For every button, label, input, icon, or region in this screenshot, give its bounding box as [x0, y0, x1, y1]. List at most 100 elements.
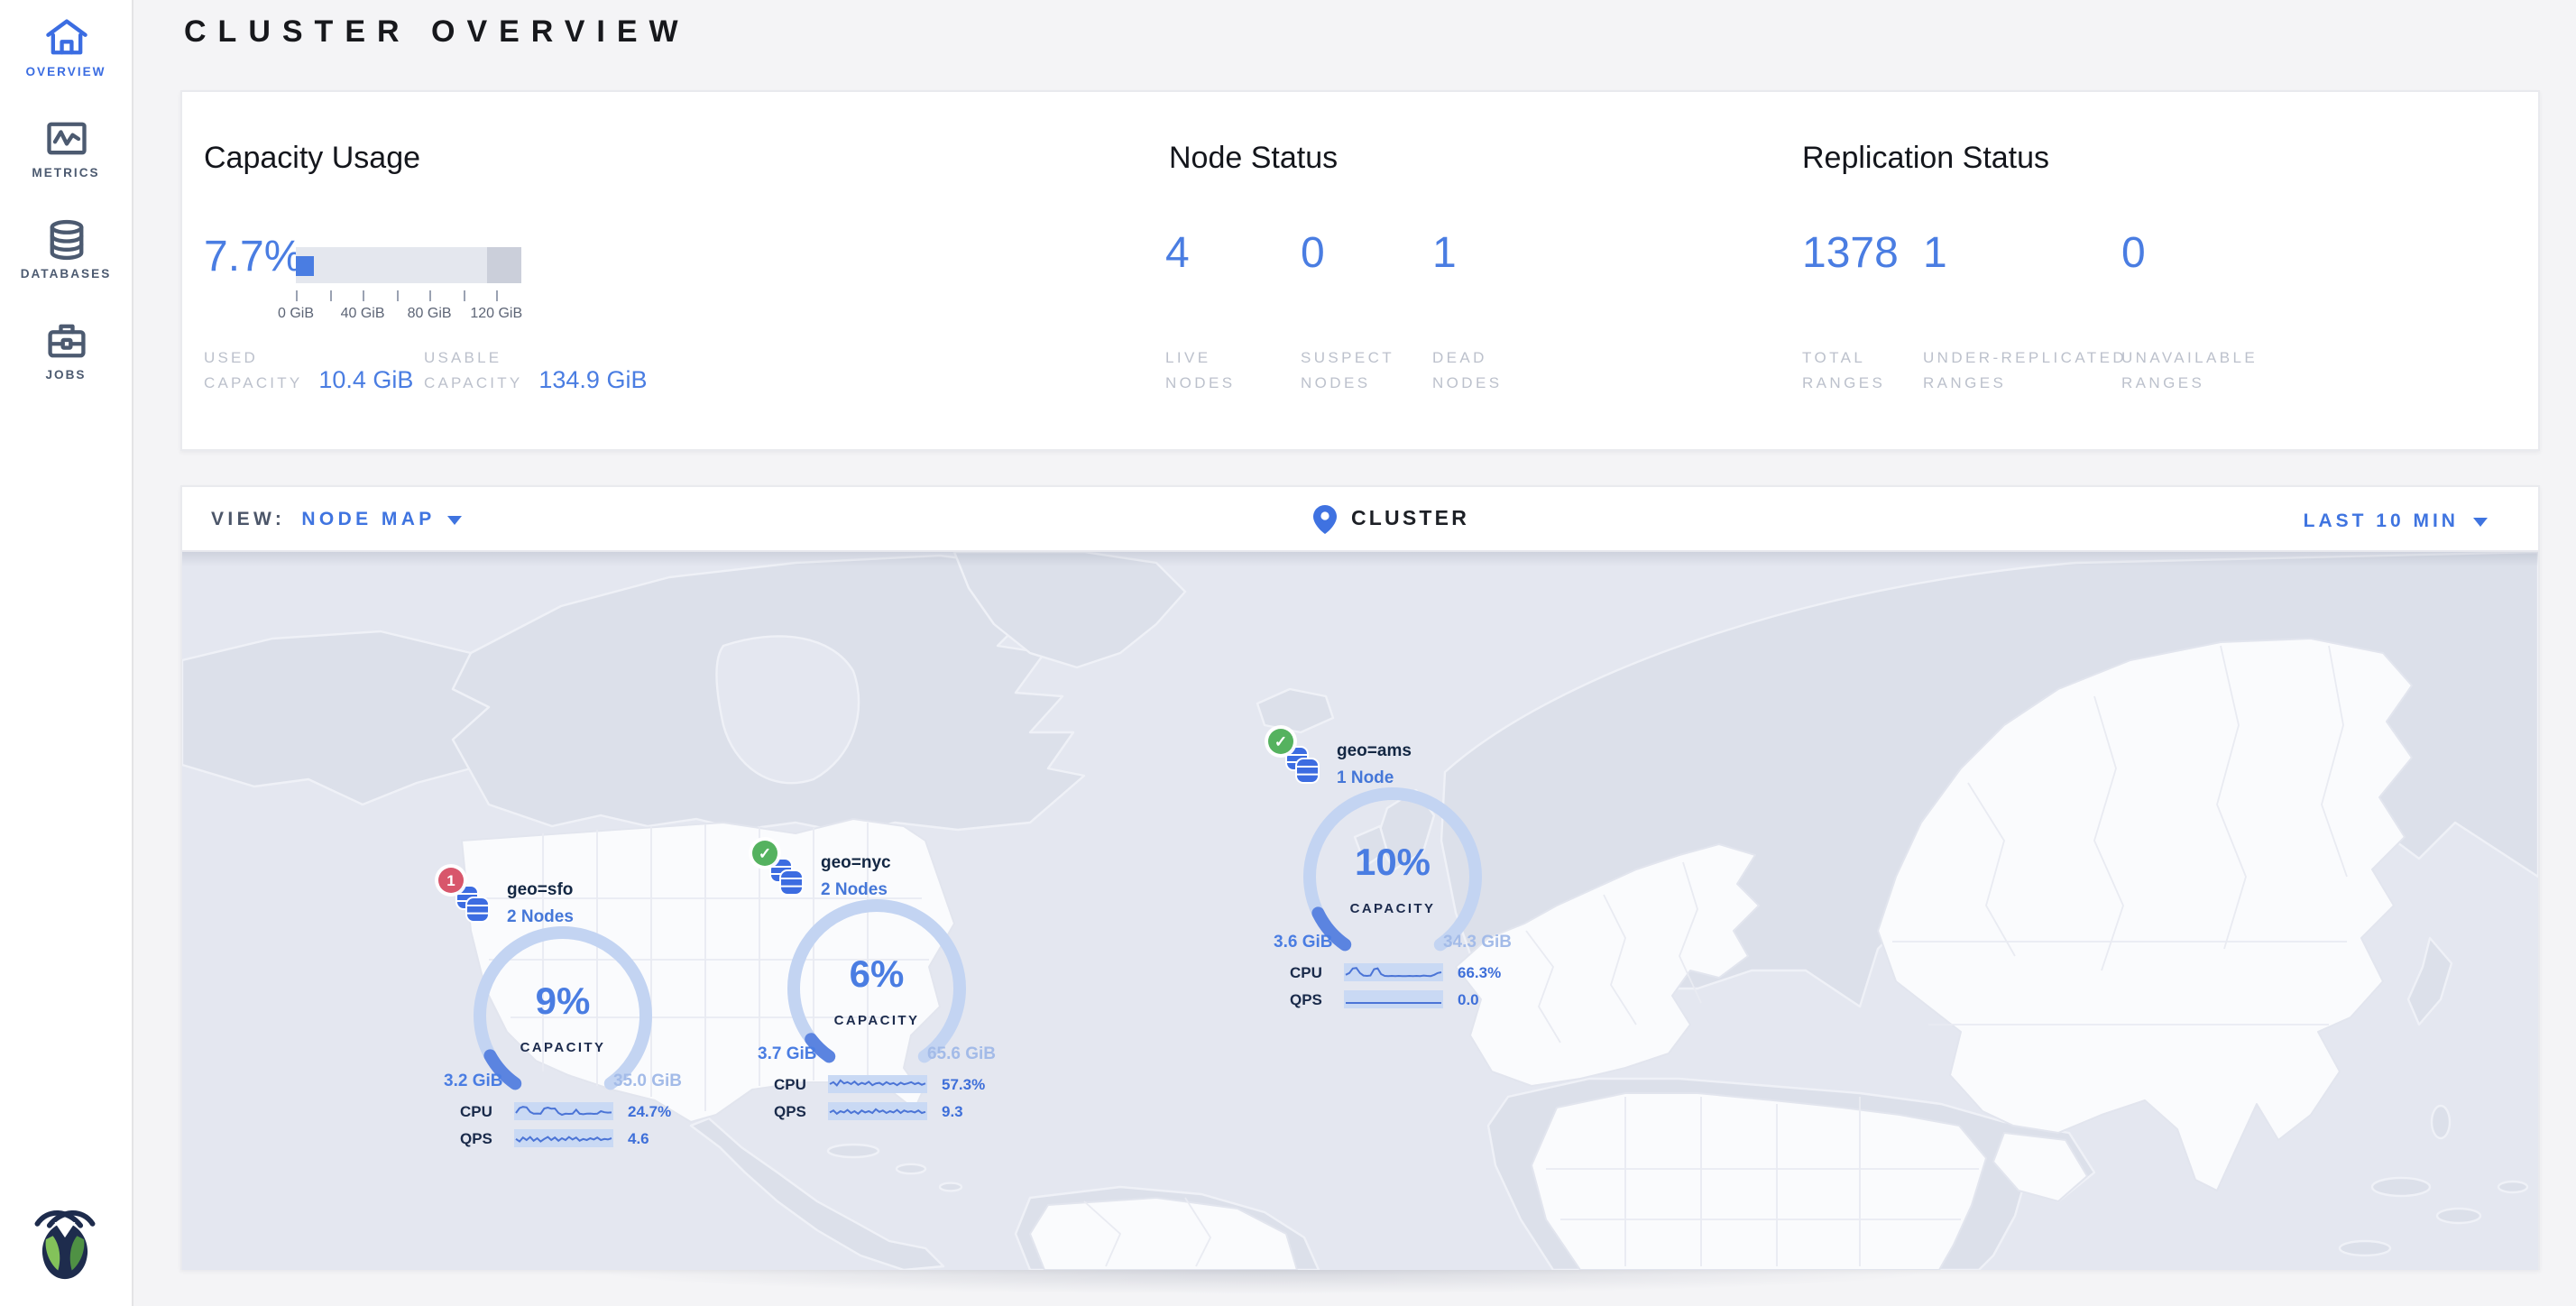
- cluster-breadcrumb[interactable]: CLUSTER: [1313, 505, 1469, 534]
- qps-value: 4.6: [628, 1129, 649, 1147]
- cpu-sparkline: [514, 1102, 613, 1120]
- replication-status-title: Replication Status: [1802, 141, 2049, 177]
- capacity-bar-tick: [496, 290, 498, 301]
- sidebar-item-overview[interactable]: OVERVIEW: [0, 14, 132, 79]
- locality-usable-capacity: 65.6 GiB: [927, 1044, 996, 1064]
- capacity-gauge-range: 3.7 GiB 65.6 GiB: [758, 1044, 996, 1064]
- capacity-gauge-label: CAPACITY: [749, 1012, 1005, 1028]
- healthy-badge: ✓: [1268, 729, 1293, 754]
- chevron-down-icon: [448, 515, 463, 524]
- locality-name: geo=nyc: [821, 853, 891, 873]
- capacity-bar-tick-label: 40 GiB: [341, 305, 385, 321]
- capacity-usage-title: Capacity Usage: [204, 141, 420, 177]
- locality-name: geo=sfo: [507, 880, 573, 900]
- under-replicated-ranges-value: 1: [1923, 233, 1947, 276]
- jobs-icon: [42, 317, 89, 364]
- cluster-overview-page: OVERVIEW METRICS DATABASES JOBS: [0, 0, 2576, 1306]
- map-locality-nyc[interactable]: ✓ geo=nyc 2 Nodes 6% CAPACITY 3.7 GiB 65…: [749, 832, 1019, 1138]
- home-icon: [42, 14, 89, 61]
- capacity-bar-tick: [296, 290, 298, 301]
- capacity-bar-ticks: 0 GiB40 GiB80 GiB120 GiB: [296, 283, 521, 330]
- cluster-summary-card: Capacity Usage 7.7% 0 GiB40 GiB80 GiB120…: [180, 90, 2540, 451]
- sidebar-item-label: DATABASES: [0, 269, 132, 281]
- view-bar: VIEW: NODE MAP CLUSTER LAST 10 MIN: [182, 487, 2538, 552]
- qps-row: QPS 4.6: [460, 1129, 649, 1147]
- cpu-row: CPU 57.3%: [774, 1075, 985, 1093]
- sidebar-item-metrics[interactable]: METRICS: [0, 115, 132, 180]
- view-dropdown[interactable]: NODE MAP: [301, 509, 462, 530]
- cockroachdb-logo: [23, 1201, 106, 1281]
- capacity-gauge-percent: 6%: [749, 954, 1005, 998]
- view-dropdown-value: NODE MAP: [301, 509, 435, 530]
- qps-sparkline: [1344, 990, 1443, 1008]
- locality-usable-capacity: 34.3 GiB: [1443, 933, 1512, 952]
- capacity-bar-track: [296, 247, 521, 283]
- unavailable-ranges-label: UNAVAILABLERANGES: [2121, 345, 2338, 395]
- locality-used-capacity: 3.7 GiB: [758, 1044, 817, 1064]
- total-ranges-value: 1378: [1802, 233, 1899, 276]
- locality-usable-capacity: 35.0 GiB: [613, 1071, 682, 1091]
- capacity-bar-tick: [363, 290, 364, 301]
- capacity-bar-tick: [396, 290, 398, 301]
- live-nodes-value: 4: [1165, 233, 1190, 276]
- dead-nodes-stat: 1 DEADNODES: [1432, 233, 1457, 276]
- cpu-row: CPU 66.3%: [1290, 963, 1501, 981]
- unavailable-ranges-stat: 0 UNAVAILABLERANGES: [2121, 233, 2146, 276]
- map-locality-ams[interactable]: ✓ geo=ams 1 Node 10% CAPACITY 3.6 GiB 34…: [1265, 720, 1535, 1026]
- usable-capacity: USABLECAPACITY 134.9 GiB: [424, 345, 647, 395]
- cpu-label: CPU: [774, 1075, 821, 1093]
- metrics-icon: [42, 115, 89, 162]
- used-capacity-value: 10.4 GiB: [318, 366, 413, 395]
- qps-sparkline: [514, 1129, 613, 1147]
- capacity-gauge-range: 3.6 GiB 34.3 GiB: [1274, 933, 1512, 952]
- capacity-usage-percent: 7.7%: [204, 233, 302, 283]
- used-capacity-label: USEDCAPACITY: [204, 345, 302, 395]
- dead-node-badge: 1: [438, 868, 464, 893]
- qps-value: 9.3: [942, 1102, 963, 1120]
- cpu-label: CPU: [460, 1102, 507, 1120]
- capacity-gauge-percent: 10%: [1265, 842, 1521, 886]
- used-capacity: USEDCAPACITY 10.4 GiB: [204, 345, 413, 395]
- qps-sparkline: [828, 1102, 927, 1120]
- usable-capacity-value: 134.9 GiB: [538, 366, 647, 395]
- under-replicated-ranges-stat: 1 UNDER-REPLICATEDRANGES: [1923, 233, 1947, 276]
- sidebar-item-databases[interactable]: DATABASES: [0, 216, 132, 281]
- capacity-gauge-label: CAPACITY: [435, 1039, 691, 1055]
- capacity-bar-tick: [429, 290, 431, 301]
- node-map: 1 geo=sfo 2 Nodes 9% CAPACITY 3.2 GiB 35…: [182, 552, 2538, 1270]
- capacity-gauge-range: 3.2 GiB 35.0 GiB: [444, 1071, 682, 1091]
- unavailable-ranges-value: 0: [2121, 233, 2146, 276]
- capacity-gauge-label: CAPACITY: [1265, 900, 1521, 916]
- view-label: VIEW:: [211, 509, 285, 530]
- under-replicated-ranges-label: UNDER-REPLICATEDRANGES: [1923, 345, 2139, 395]
- capacity-bar: 0 GiB40 GiB80 GiB120 GiB: [296, 247, 521, 330]
- capacity-bar-fill: [296, 255, 313, 275]
- view-selector-group: VIEW: NODE MAP: [211, 509, 463, 530]
- cpu-value: 24.7%: [628, 1102, 671, 1120]
- cpu-value: 66.3%: [1458, 963, 1501, 981]
- scroll-shadow: [433, 1270, 2093, 1306]
- sidebar-item-label: OVERVIEW: [0, 67, 132, 79]
- qps-label: QPS: [1290, 990, 1337, 1008]
- map-locality-sfo[interactable]: 1 geo=sfo 2 Nodes 9% CAPACITY 3.2 GiB 35…: [435, 859, 705, 1165]
- qps-label: QPS: [460, 1129, 507, 1147]
- sidebar-item-jobs[interactable]: JOBS: [0, 317, 132, 382]
- cpu-label: CPU: [1290, 963, 1337, 981]
- total-ranges-stat: 1378 TOTALRANGES: [1802, 233, 1899, 276]
- capacity-bar-tick: [463, 290, 465, 301]
- locality-name: geo=ams: [1337, 741, 1412, 761]
- page-title: CLUSTER OVERVIEW: [184, 14, 690, 51]
- capacity-bar-tick: [329, 290, 331, 301]
- time-range-dropdown[interactable]: LAST 10 MIN: [2304, 510, 2488, 532]
- cpu-sparkline: [1344, 963, 1443, 981]
- qps-label: QPS: [774, 1102, 821, 1120]
- time-range-value: LAST 10 MIN: [2304, 510, 2459, 532]
- cpu-value: 57.3%: [942, 1075, 985, 1093]
- cpu-sparkline: [828, 1075, 927, 1093]
- sidebar: OVERVIEW METRICS DATABASES JOBS: [0, 0, 133, 1306]
- dead-nodes-label: DEADNODES: [1432, 345, 1649, 395]
- qps-row: QPS 0.0: [1290, 990, 1479, 1008]
- qps-row: QPS 9.3: [774, 1102, 963, 1120]
- node-status-title: Node Status: [1169, 141, 1338, 177]
- healthy-badge: ✓: [752, 841, 777, 866]
